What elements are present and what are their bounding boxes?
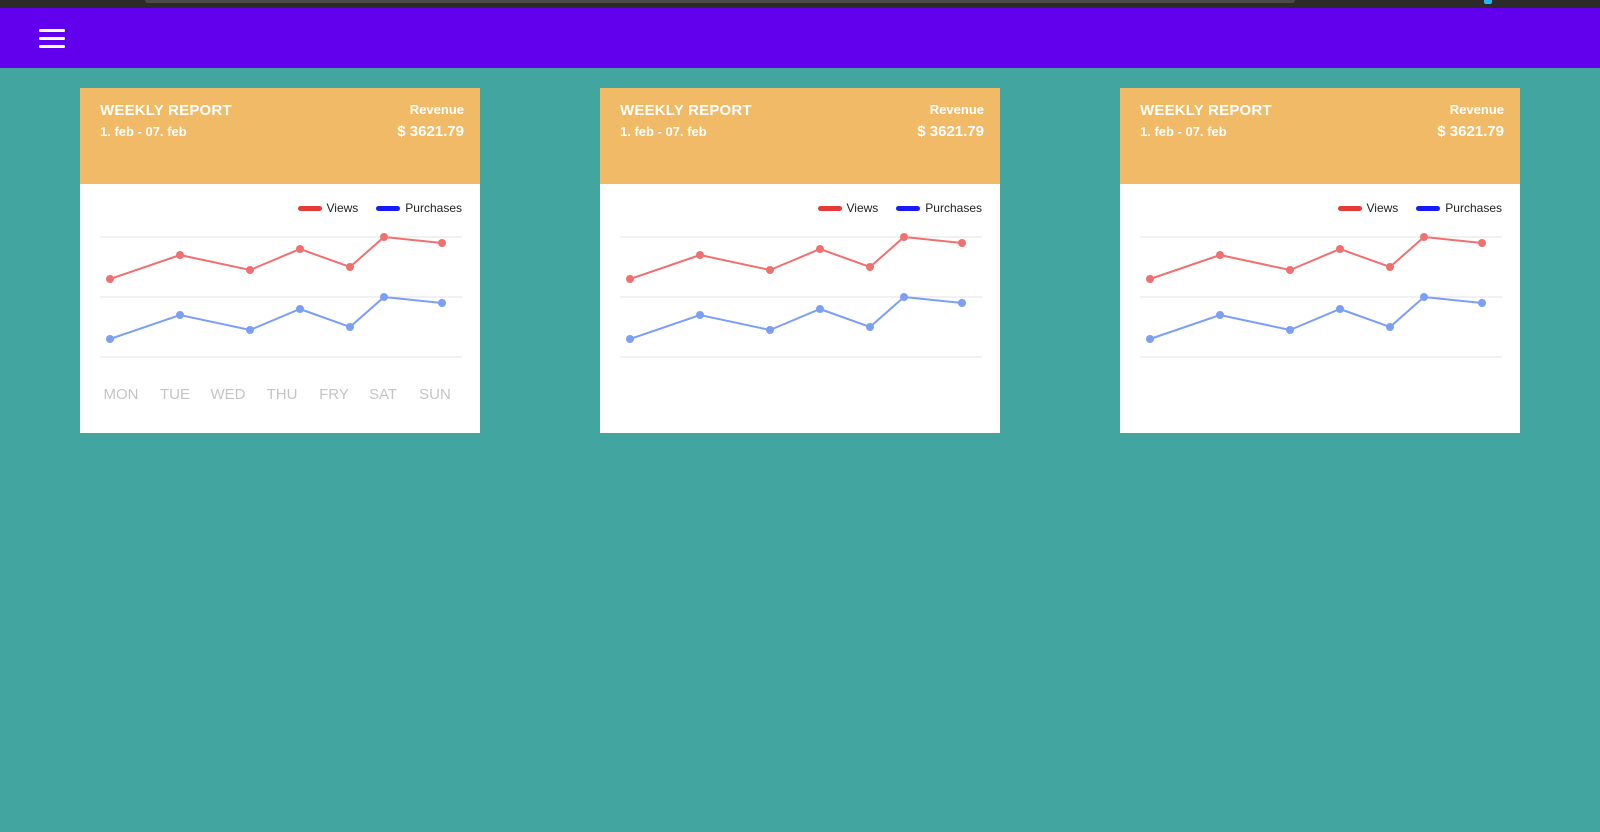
data-point-purchases[interactable] bbox=[1336, 305, 1344, 313]
data-point-views[interactable] bbox=[176, 251, 184, 259]
card-header: WEEKLY REPORT 1. feb - 07. feb Revenue $… bbox=[80, 88, 480, 184]
card-date-range: 1. feb - 07. feb bbox=[1140, 124, 1227, 139]
data-point-purchases[interactable] bbox=[438, 299, 446, 307]
revenue-label: Revenue bbox=[1449, 102, 1504, 117]
browser-top-strip bbox=[0, 0, 1600, 8]
data-point-views[interactable] bbox=[816, 245, 824, 253]
menu-line-middle bbox=[39, 37, 65, 40]
data-point-purchases[interactable] bbox=[176, 311, 184, 319]
data-point-views[interactable] bbox=[246, 266, 254, 274]
menu-line-bottom bbox=[39, 45, 65, 48]
data-point-views[interactable] bbox=[106, 275, 114, 283]
data-point-purchases[interactable] bbox=[1146, 335, 1154, 343]
x-tick-label: SAT bbox=[369, 386, 397, 403]
data-point-views[interactable] bbox=[1216, 251, 1224, 259]
data-point-views[interactable] bbox=[296, 245, 304, 253]
line-chart bbox=[1140, 233, 1502, 358]
data-point-views[interactable] bbox=[1478, 239, 1486, 247]
series-line-views bbox=[629, 235, 963, 280]
revenue-value: $ 3621.79 bbox=[397, 123, 464, 140]
data-point-purchases[interactable] bbox=[816, 305, 824, 313]
x-tick-label: FRY bbox=[319, 386, 349, 403]
menu-line-top bbox=[39, 29, 65, 32]
data-point-purchases[interactable] bbox=[866, 323, 874, 331]
data-point-purchases[interactable] bbox=[1216, 311, 1224, 319]
data-point-purchases[interactable] bbox=[1478, 299, 1486, 307]
data-point-views[interactable] bbox=[1420, 233, 1428, 241]
browser-address-bar[interactable] bbox=[145, 0, 1295, 3]
data-point-views[interactable] bbox=[380, 233, 388, 241]
data-point-purchases[interactable] bbox=[900, 293, 908, 301]
x-tick-label: THU bbox=[267, 386, 298, 403]
x-tick-label: SUN bbox=[419, 386, 451, 403]
data-point-views[interactable] bbox=[866, 263, 874, 271]
data-point-purchases[interactable] bbox=[1386, 323, 1394, 331]
revenue-value: $ 3621.79 bbox=[917, 123, 984, 140]
series-line-views bbox=[1149, 235, 1483, 280]
revenue-value: $ 3621.79 bbox=[1437, 123, 1504, 140]
data-point-views[interactable] bbox=[766, 266, 774, 274]
weekly-report-card: WEEKLY REPORT 1. feb - 07. feb Revenue $… bbox=[600, 88, 1000, 433]
data-point-purchases[interactable] bbox=[766, 326, 774, 334]
data-point-purchases[interactable] bbox=[1286, 326, 1294, 334]
x-tick-label: WED bbox=[211, 386, 246, 403]
series-line-purchases bbox=[109, 295, 443, 340]
extension-icon[interactable] bbox=[1484, 0, 1492, 4]
line-chart bbox=[620, 233, 982, 358]
line-chart: MON TUE WED THU FRY SAT SUN bbox=[100, 233, 462, 403]
card-header: WEEKLY REPORT 1. feb - 07. feb Revenue $… bbox=[1120, 88, 1520, 184]
data-point-purchases[interactable] bbox=[1420, 293, 1428, 301]
x-tick-label: TUE bbox=[160, 386, 190, 403]
weekly-report-card: WEEKLY REPORT 1. feb - 07. feb Revenue $… bbox=[80, 88, 480, 433]
series-line-purchases bbox=[1149, 295, 1483, 340]
app-bar bbox=[0, 8, 1600, 68]
data-point-purchases[interactable] bbox=[696, 311, 704, 319]
revenue-label: Revenue bbox=[929, 102, 984, 117]
data-point-purchases[interactable] bbox=[958, 299, 966, 307]
data-point-views[interactable] bbox=[346, 263, 354, 271]
data-point-purchases[interactable] bbox=[346, 323, 354, 331]
card-title: WEEKLY REPORT bbox=[620, 102, 752, 119]
data-point-views[interactable] bbox=[900, 233, 908, 241]
x-tick-label: MON bbox=[104, 386, 139, 403]
data-point-views[interactable] bbox=[626, 275, 634, 283]
data-point-views[interactable] bbox=[1146, 275, 1154, 283]
data-point-views[interactable] bbox=[1336, 245, 1344, 253]
revenue-label: Revenue bbox=[409, 102, 464, 117]
series-line-views bbox=[109, 235, 443, 280]
data-point-purchases[interactable] bbox=[380, 293, 388, 301]
data-point-purchases[interactable] bbox=[106, 335, 114, 343]
weekly-report-card: WEEKLY REPORT 1. feb - 07. feb Revenue $… bbox=[1120, 88, 1520, 433]
data-point-purchases[interactable] bbox=[246, 326, 254, 334]
card-title: WEEKLY REPORT bbox=[100, 102, 232, 119]
data-point-views[interactable] bbox=[958, 239, 966, 247]
data-point-purchases[interactable] bbox=[296, 305, 304, 313]
card-header: WEEKLY REPORT 1. feb - 07. feb Revenue $… bbox=[600, 88, 1000, 184]
data-point-purchases[interactable] bbox=[626, 335, 634, 343]
card-date-range: 1. feb - 07. feb bbox=[100, 124, 187, 139]
series-line-purchases bbox=[629, 295, 963, 340]
data-point-views[interactable] bbox=[696, 251, 704, 259]
data-point-views[interactable] bbox=[438, 239, 446, 247]
data-point-views[interactable] bbox=[1286, 266, 1294, 274]
card-title: WEEKLY REPORT bbox=[1140, 102, 1272, 119]
card-date-range: 1. feb - 07. feb bbox=[620, 124, 707, 139]
data-point-views[interactable] bbox=[1386, 263, 1394, 271]
hamburger-menu-icon[interactable] bbox=[30, 20, 72, 56]
